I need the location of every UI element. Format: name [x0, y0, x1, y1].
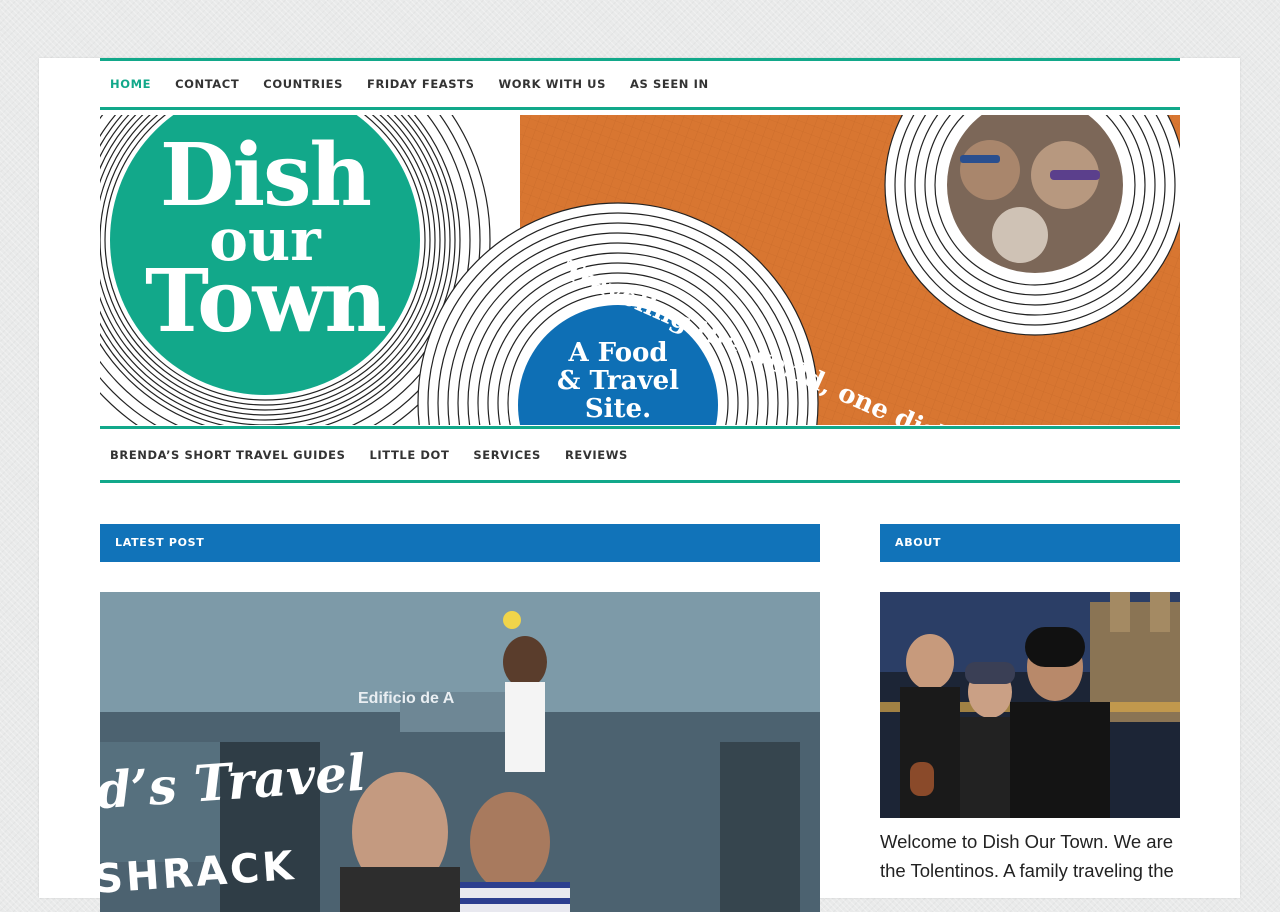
family-photo — [880, 592, 1180, 818]
nav-little-dot[interactable]: LITTLE DOT — [369, 448, 449, 462]
about-text: Welcome to Dish Our Town. We are the Tol… — [880, 831, 1174, 881]
about-header: ABOUT — [880, 524, 1180, 562]
nav-services[interactable]: SERVICES — [473, 448, 541, 462]
badge-line-1: A Food — [568, 338, 668, 368]
nav-work-with-us[interactable]: WORK WITH US — [499, 77, 607, 91]
badge-line-2: & Travel — [556, 366, 680, 396]
top-navigation: HOME CONTACT COUNTRIES FRIDAY FEASTS WOR… — [100, 58, 1180, 110]
latest-post-image[interactable]: Edificio de A d’s Travel SHRACK — [100, 592, 820, 912]
nav-countries[interactable]: COUNTRIES — [263, 77, 343, 91]
nav-brendas-travel-guides[interactable]: BRENDA’S SHORT TRAVEL GUIDES — [110, 448, 345, 462]
logo-text: Dish our Town — [135, 133, 395, 345]
nav-contact[interactable]: CONTACT — [175, 77, 239, 91]
post-sign-text: Edificio de A — [358, 690, 455, 707]
nav-reviews[interactable]: REVIEWS — [565, 448, 628, 462]
page-container: HOME CONTACT COUNTRIES FRIDAY FEASTS WOR… — [39, 58, 1240, 912]
secondary-navigation: BRENDA’S SHORT TRAVEL GUIDES LITTLE DOT … — [100, 426, 1180, 483]
site-header-banner[interactable]: Dish our Town A Food & Travel Site. Trav… — [100, 115, 1180, 425]
logo-line-town: Town — [144, 251, 387, 352]
nav-friday-feasts[interactable]: FRIDAY FEASTS — [367, 77, 475, 91]
nav-home[interactable]: HOME — [110, 77, 151, 91]
latest-post-header: LATEST POST — [100, 524, 820, 562]
nav-as-seen-in[interactable]: AS SEEN IN — [630, 77, 709, 91]
badge-text: A Food & Travel Site. — [548, 339, 688, 423]
badge-line-3: Site. — [584, 394, 652, 424]
about-image — [880, 592, 1180, 818]
